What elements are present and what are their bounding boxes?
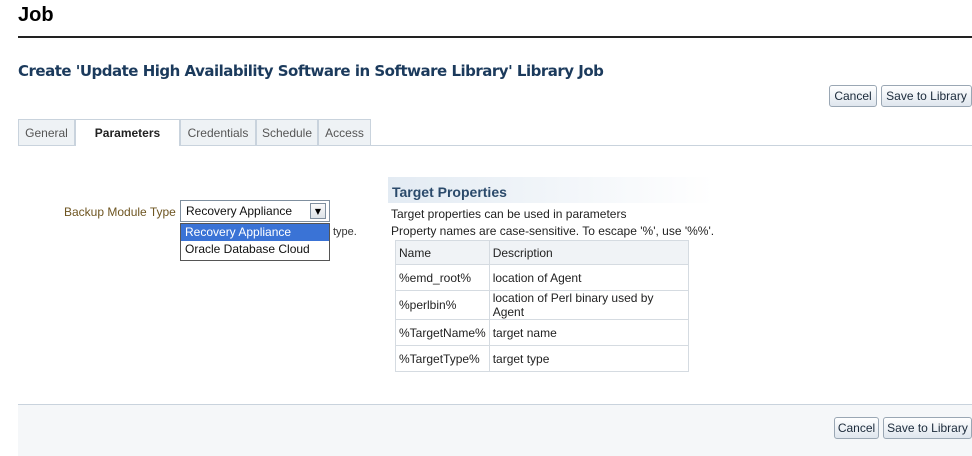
tab-schedule[interactable]: Schedule bbox=[256, 119, 318, 145]
tab-parameters[interactable]: Parameters bbox=[75, 119, 180, 146]
target-properties-title: Target Properties bbox=[392, 184, 507, 200]
table-row: %TargetType% target type bbox=[395, 345, 689, 372]
property-description: target name bbox=[488, 319, 689, 346]
tab-credentials[interactable]: Credentials bbox=[180, 119, 256, 145]
property-name: %perlbin% bbox=[395, 290, 490, 320]
property-description: location of Agent bbox=[488, 264, 689, 291]
column-header-description: Description bbox=[488, 240, 689, 265]
property-name: %TargetName% bbox=[395, 319, 490, 346]
target-properties-table: Name Description %emd_root% location of … bbox=[395, 240, 689, 372]
tab-bar: General Parameters Credentials Schedule … bbox=[18, 119, 972, 146]
tab-general[interactable]: General bbox=[18, 119, 75, 145]
option-oracle-database-cloud[interactable]: Oracle Database Cloud bbox=[181, 241, 329, 258]
property-description: target type bbox=[488, 345, 689, 372]
tab-access[interactable]: Access bbox=[318, 119, 371, 145]
backup-module-type-select[interactable]: Recovery Appliance ▼ bbox=[180, 200, 330, 222]
table-row: %perlbin% location of Perl binary used b… bbox=[395, 290, 689, 320]
job-title: Create 'Update High Availability Softwar… bbox=[18, 62, 604, 80]
save-to-library-button-top[interactable]: Save to Library bbox=[881, 85, 972, 107]
cancel-button-top[interactable]: Cancel bbox=[829, 85, 877, 107]
target-properties-desc: Target properties can be used in paramet… bbox=[391, 207, 627, 221]
title-divider bbox=[18, 36, 972, 38]
option-recovery-appliance[interactable]: Recovery Appliance bbox=[181, 224, 329, 241]
table-row: %TargetName% target name bbox=[395, 319, 689, 346]
save-to-library-button-bottom[interactable]: Save to Library bbox=[883, 417, 972, 439]
backup-hint-text: type. bbox=[333, 226, 357, 238]
target-properties-escape-note: Property names are case-sensitive. To es… bbox=[391, 224, 715, 238]
page-title: Job bbox=[18, 4, 54, 26]
cancel-button-bottom[interactable]: Cancel bbox=[834, 417, 879, 439]
backup-module-type-label: Backup Module Type bbox=[64, 205, 176, 219]
backup-module-type-value: Recovery Appliance bbox=[186, 204, 293, 218]
property-name: %emd_root% bbox=[395, 264, 490, 291]
table-row: %emd_root% location of Agent bbox=[395, 264, 689, 291]
table-header-row: Name Description bbox=[395, 240, 689, 265]
backup-module-type-options: Recovery Appliance Oracle Database Cloud bbox=[180, 223, 330, 261]
footer-bar bbox=[18, 405, 972, 456]
property-name: %TargetType% bbox=[395, 345, 490, 372]
column-header-name: Name bbox=[395, 240, 490, 265]
property-description: location of Perl binary used by Agent bbox=[488, 290, 689, 320]
chevron-down-icon[interactable]: ▼ bbox=[310, 203, 326, 219]
